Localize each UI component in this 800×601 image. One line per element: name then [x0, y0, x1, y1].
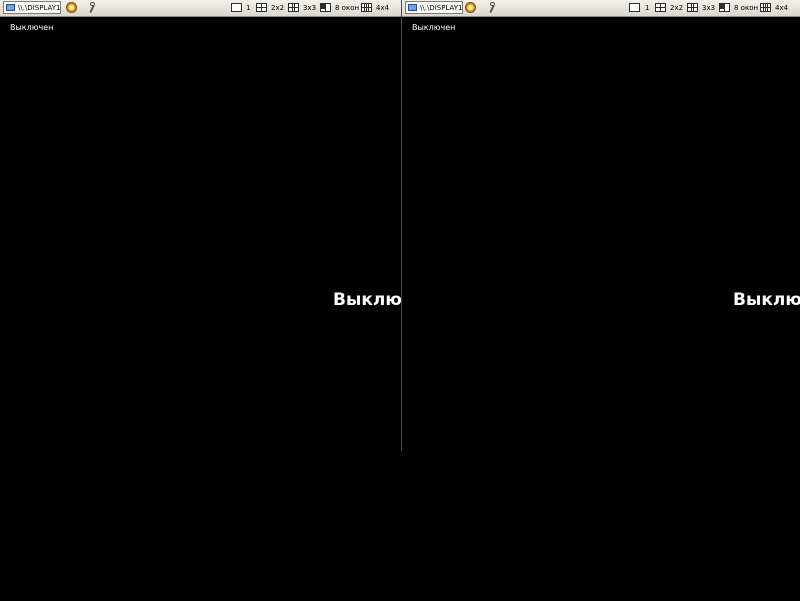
- layout-2x2-icon[interactable]: [256, 3, 267, 12]
- layout-1-label[interactable]: 1: [645, 0, 649, 16]
- layout-2x2-label[interactable]: 2x2: [271, 0, 284, 16]
- layout-3x3-icon[interactable]: [288, 3, 299, 12]
- video-wall-screen: \\.\DISPLAY1 1 2x2 3x3 8 окон 4x4 Выключ…: [0, 0, 800, 601]
- layout-8-icon[interactable]: [320, 3, 331, 12]
- display-label: \\.\DISPLAY1: [18, 3, 61, 12]
- layout-3x3-label[interactable]: 3x3: [303, 0, 316, 16]
- layout-8-icon[interactable]: [719, 3, 730, 12]
- layout-2x2-icon[interactable]: [655, 3, 666, 12]
- monitor-icon: [6, 4, 15, 11]
- settings-gear-icon[interactable]: [66, 2, 77, 13]
- empty-display-area: [0, 451, 800, 601]
- video-pane-left[interactable]: \\.\DISPLAY1 1 2x2 3x3 8 окон 4x4 Выключ…: [0, 0, 402, 451]
- layout-single-icon[interactable]: [629, 3, 640, 12]
- display-label: \\.\DISPLAY1: [420, 3, 463, 12]
- tools-icon[interactable]: [88, 2, 96, 13]
- layout-4x4-icon[interactable]: [760, 3, 771, 12]
- video-pane-right[interactable]: \\.\DISPLAY1 1 2x2 3x3 8 окон 4x4 Выключ…: [402, 0, 800, 451]
- layout-4x4-label[interactable]: 4x4: [376, 0, 389, 16]
- layout-8-label[interactable]: 8 окон: [734, 0, 758, 16]
- layout-4x4-label[interactable]: 4x4: [775, 0, 788, 16]
- layout-3x3-icon[interactable]: [687, 3, 698, 12]
- layout-1-label[interactable]: 1: [246, 0, 250, 16]
- layout-3x3-label[interactable]: 3x3: [702, 0, 715, 16]
- camera-status-label: Выключен: [412, 23, 456, 32]
- layout-4x4-icon[interactable]: [361, 3, 372, 12]
- monitor-icon: [408, 4, 417, 11]
- camera-status-label: Выключен: [10, 23, 54, 32]
- camera-status-overlay: Выключен: [333, 290, 402, 310]
- layout-single-icon[interactable]: [231, 3, 242, 12]
- display-select-button[interactable]: \\.\DISPLAY1: [3, 1, 61, 14]
- settings-gear-icon[interactable]: [465, 2, 476, 13]
- tools-icon[interactable]: [488, 2, 496, 13]
- camera-status-overlay: Выключен: [733, 290, 800, 310]
- layout-2x2-label[interactable]: 2x2: [670, 0, 683, 16]
- pane-toolbar: \\.\DISPLAY1 1 2x2 3x3 8 окон 4x4: [402, 0, 800, 17]
- display-select-button[interactable]: \\.\DISPLAY1: [405, 1, 463, 14]
- pane-toolbar: \\.\DISPLAY1 1 2x2 3x3 8 окон 4x4: [0, 0, 402, 17]
- layout-8-label[interactable]: 8 окон: [335, 0, 359, 16]
